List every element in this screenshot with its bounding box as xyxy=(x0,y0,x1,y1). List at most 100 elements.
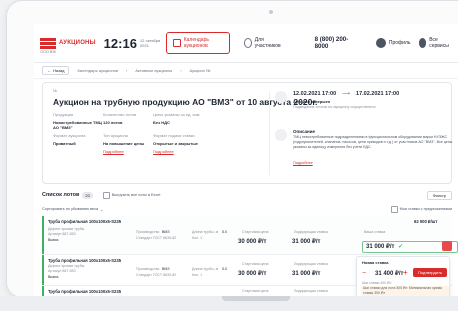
lot-article: Артикул 887-853 xyxy=(48,269,76,273)
description-title: Описание xyxy=(293,129,316,134)
lot-length: 5.0 xyxy=(222,230,227,234)
leading-price-caption: Лидирующая ставка xyxy=(294,262,328,266)
field-caption: Цены указаны за ед. изм. xyxy=(153,112,201,117)
leading-price-caption: Лидирующая ставка xyxy=(294,230,328,234)
field-value: Без НДС xyxy=(153,120,170,125)
sort-bar: Сортировать по убыванию веса ⌄ Мои ставк… xyxy=(42,204,452,214)
lot-manufacturer-caption: Производство xyxy=(136,267,160,271)
chevron-down-icon[interactable]: ⌄ xyxy=(100,207,103,212)
lot-title: Труба профильная 100х100х5-S235 xyxy=(48,258,122,263)
checkbox-icon xyxy=(390,205,398,213)
start-price-caption: Стартовая цена xyxy=(242,262,269,266)
arrow-left-icon: ← xyxy=(47,68,51,73)
participants-link[interactable]: Для участников xyxy=(243,37,283,49)
lot-length-caption: Длина трубы, м xyxy=(192,267,219,271)
field-caption: Количество лотов xyxy=(103,112,137,117)
breadcrumb-item[interactable]: Активные аукционы xyxy=(135,68,172,73)
start-price-caption: Стартовая цена xyxy=(242,289,269,293)
auction-fields: Продукция Количество лотов Цены указаны … xyxy=(53,112,203,154)
lot-pickup: Вывоз xyxy=(48,238,59,242)
filter-button[interactable]: Фильтр xyxy=(426,190,452,200)
brand-logo[interactable]: АУКЦИОНЫ xyxy=(40,37,96,49)
lot-length-caption: Длина трубы, м xyxy=(192,230,219,234)
checkbox-icon xyxy=(102,191,110,199)
lots-title: Список лотов xyxy=(42,192,80,198)
info-icon xyxy=(243,38,252,48)
new-bid-input[interactable]: 31 400 ₽/т xyxy=(375,270,403,277)
field-value: Новостребованные ТМЦ АО "ВМЗ" xyxy=(53,120,102,130)
my-bids-label: Мои ставки с предложениями xyxy=(399,207,452,211)
calendar-button[interactable]: Календарь аукционов xyxy=(166,32,230,54)
auction-status: Аукцион завершен xyxy=(293,99,331,104)
increase-bid-button[interactable]: + xyxy=(403,268,408,277)
breadcrumb-separator: › xyxy=(180,68,182,73)
leading-price-caption: Лидирующая ставка xyxy=(294,289,328,293)
bid-rules-note: Шаг ставки для лота 300 ₽/т. Минимальная… xyxy=(361,286,449,296)
check-icon: ✓ xyxy=(398,244,404,250)
start-date: 12.02.2021 17:00 xyxy=(293,91,337,97)
grid-icon xyxy=(418,38,427,48)
description-text: ТМЦ невостребованные подразделениями в ф… xyxy=(293,135,453,149)
field-value: Открытые и закрытые xyxy=(153,141,198,146)
services-button[interactable]: Все сервисы xyxy=(418,37,453,49)
calendar-icon xyxy=(173,39,181,47)
decrease-bid-button[interactable]: − xyxy=(362,270,366,277)
auction-dates: 12.02.2021 17:00 ⟶ 17.02.2021 17:00 xyxy=(293,91,399,97)
my-bid-caption: Ваша ставка xyxy=(364,230,386,234)
field-caption: Тип аукциона xyxy=(103,133,128,138)
lot-standard: Стандарт ГОСТ 8639-82 xyxy=(136,236,177,240)
start-price-caption: Стартовая цена xyxy=(242,230,269,234)
lot-manufacturer: ВМЗ xyxy=(162,267,170,271)
lot-standard: Стандарт ГОСТ 8639-82 xyxy=(136,273,177,277)
lot-quantity: Кол. 1 xyxy=(192,236,203,240)
laptop-base xyxy=(0,296,458,311)
lot-defect: Дефект кромки трубы xyxy=(48,227,85,231)
lot-defect: Дефект кромки трубы xyxy=(48,264,85,268)
auction-number: № xyxy=(53,89,58,93)
more-link[interactable]: Подробнее xyxy=(103,149,153,154)
auction-status-note: Подведение итогов по аукциону осуществле… xyxy=(293,105,376,109)
clock-time: 12:16 xyxy=(103,35,137,51)
back-button[interactable]: ← Назад xyxy=(42,66,70,75)
excel-export[interactable]: Выгрузить все лоты в Excel xyxy=(102,191,161,199)
field-value: На повышение цены xyxy=(103,141,145,146)
leading-price: 31 000 ₽/т xyxy=(292,239,321,245)
breadcrumb-separator: › xyxy=(126,68,128,73)
field-value: 120 лотов xyxy=(103,120,123,125)
my-bids-toggle[interactable]: Мои ставки с предложениями xyxy=(390,205,452,213)
remove-bid-button[interactable] xyxy=(442,241,452,251)
lot-total: 62 000 ₽/шт xyxy=(414,219,438,224)
start-price: 30 000 ₽/т xyxy=(238,239,267,245)
base-notch xyxy=(222,296,290,301)
lots-header: Список лотов 20 Выгрузить все лоты в Exc… xyxy=(42,188,452,202)
app-screen: АУКЦИОНЫ ООО ВЖ 12:16 12 октября 2021 Ка… xyxy=(34,24,458,296)
lot-manufacturer: ВМЗ xyxy=(162,230,170,234)
confirm-bid-button[interactable]: Подтвердить xyxy=(413,268,447,277)
brand-mark-icon xyxy=(40,37,56,49)
clock-icon xyxy=(275,91,287,103)
lot-title: Труба профильная 100х100х5-S235 xyxy=(48,289,122,294)
new-bid-panel: Новая ставка − 31 400 ₽/т + Подтвердить … xyxy=(356,256,450,296)
lot-title: Труба профильная 100х100х5-S235 xyxy=(48,219,122,224)
lot-article: Артикул 887-853 xyxy=(48,232,76,236)
lot-pickup: Вывоз xyxy=(48,275,59,279)
row-status-bar xyxy=(42,286,44,296)
bid-step-hint: Шаг ставки 400 ₽/т xyxy=(362,281,392,285)
excel-export-label: Выгрузить все лоты в Excel xyxy=(111,193,161,197)
lots-count-badge: 20 xyxy=(82,191,93,199)
breadcrumb-item[interactable]: Календарь аукционов xyxy=(77,68,118,73)
avatar xyxy=(375,38,386,48)
calendar-button-label: Календарь аукционов xyxy=(183,37,209,49)
sort-dropdown[interactable]: Сортировать по убыванию веса xyxy=(42,207,98,211)
row-status-bar xyxy=(42,216,44,254)
clock-date: 12 октября 2021 xyxy=(139,38,161,48)
description-more-link[interactable]: Подробнее xyxy=(293,161,313,165)
end-date: 17.02.2021 17:00 xyxy=(356,91,400,97)
top-bar: АУКЦИОНЫ ООО ВЖ 12:16 12 октября 2021 Ка… xyxy=(34,24,458,63)
field-caption: Продукция xyxy=(53,112,74,117)
auction-card: № Аукцион на трубную продукцию АО "ВМЗ" … xyxy=(42,82,452,184)
more-link[interactable]: Подробнее xyxy=(153,149,203,154)
document-icon xyxy=(275,129,287,141)
phone-number[interactable]: 8 (800) 200-8000 xyxy=(315,36,352,50)
profile-button[interactable]: Профиль xyxy=(375,38,411,48)
